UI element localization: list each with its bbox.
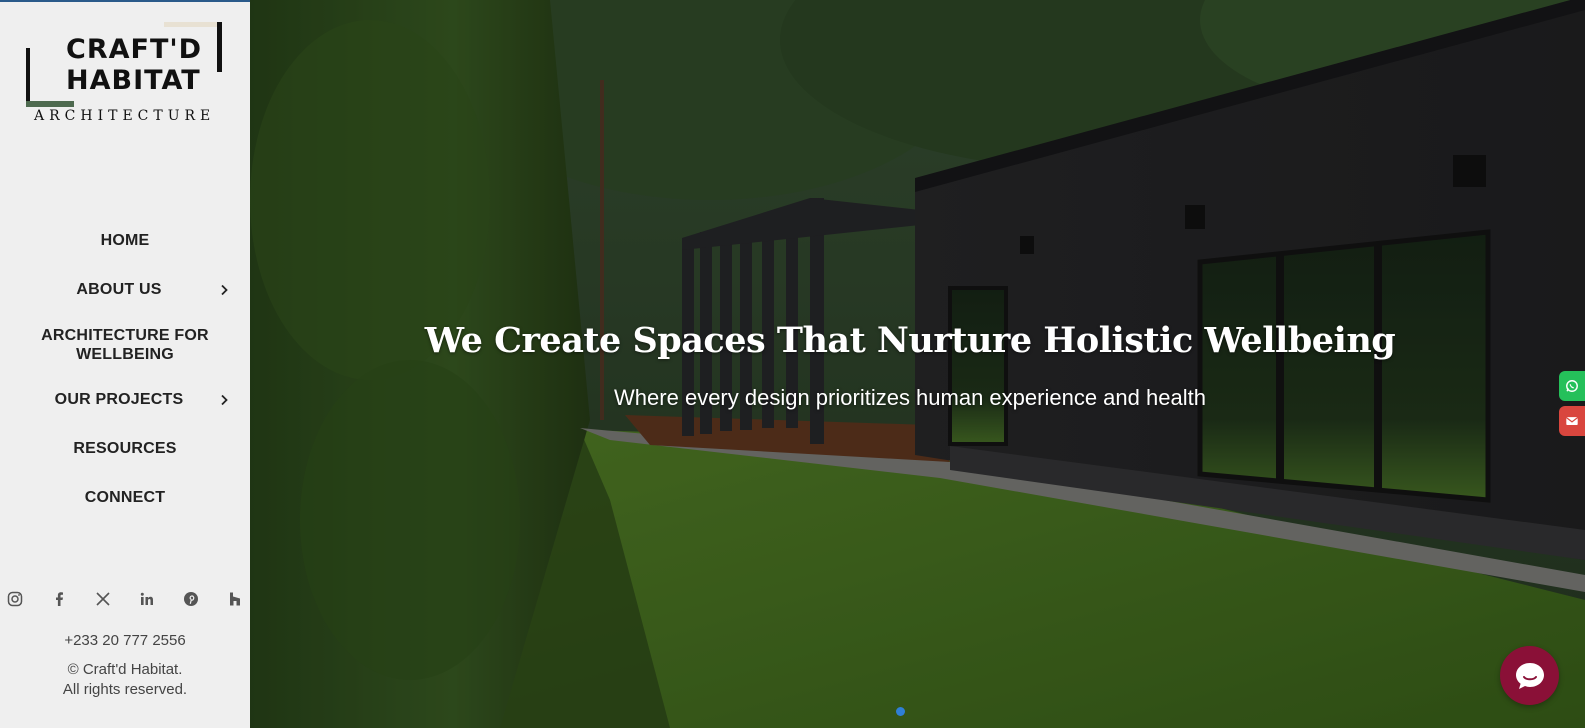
facebook-icon[interactable] <box>50 590 68 608</box>
x-icon[interactable] <box>94 590 112 608</box>
slider-dot-active[interactable] <box>896 707 905 716</box>
instagram-icon[interactable] <box>6 590 24 608</box>
linkedin-icon[interactable] <box>138 590 156 608</box>
chevron-right-icon[interactable] <box>218 284 230 296</box>
chat-button[interactable] <box>1500 646 1559 705</box>
copyright-line-1: © Craft'd Habitat. <box>67 661 183 678</box>
nav-item-connect[interactable]: CONNECT <box>0 485 250 510</box>
nav-item-resources[interactable]: RESOURCES <box>0 436 250 461</box>
hero-slider: We Create Spaces That Nurture Holistic W… <box>250 0 1585 728</box>
nav-home-label: HOME <box>100 232 150 249</box>
hero-overlay <box>250 0 1585 728</box>
copyright: © Craft'd Habitat. All rights reserved. <box>0 660 250 700</box>
logo-line-2: HABITAT <box>66 65 201 96</box>
nav-item-our-projects[interactable]: OUR PROJECTS <box>0 387 250 412</box>
main-nav: HOME ABOUT US ARCHITECTURE FOR WELLBEING… <box>0 228 250 510</box>
whatsapp-button[interactable] <box>1559 371 1585 401</box>
nav-connect-label: CONNECT <box>84 489 166 506</box>
nav-architecture-label: ARCHITECTURE FOR WELLBEING <box>41 327 209 363</box>
logo-accent-right <box>217 22 222 72</box>
logo-accent-left <box>26 48 30 106</box>
email-button[interactable] <box>1559 406 1585 436</box>
nav-resources-label: RESOURCES <box>73 440 177 457</box>
nav-item-home[interactable]: HOME <box>0 228 250 253</box>
nav-item-architecture-for-wellbeing[interactable]: ARCHITECTURE FOR WELLBEING <box>0 325 250 365</box>
houzz-icon[interactable] <box>226 590 244 608</box>
logo-accent-green <box>26 101 74 107</box>
chevron-right-icon[interactable] <box>218 394 230 406</box>
hero-subtitle: Where every design prioritizes human exp… <box>614 385 1206 410</box>
logo-accent-beige <box>164 22 219 27</box>
phone-number[interactable]: +233 20 777 2556 <box>0 632 250 649</box>
social-links <box>0 590 250 608</box>
site-logo[interactable]: CRAFT'D HABITAT ARCHITECTURE <box>24 20 234 130</box>
sidebar: CRAFT'D HABITAT ARCHITECTURE HOME ABOUT … <box>0 0 250 728</box>
pinterest-icon[interactable] <box>182 590 200 608</box>
nav-about-label: ABOUT US <box>76 281 162 298</box>
hero-title: We Create Spaces That Nurture Holistic W… <box>424 320 1396 361</box>
envelope-icon <box>1565 417 1579 425</box>
logo-line-3: ARCHITECTURE <box>34 108 216 124</box>
chat-bubble-icon <box>1515 662 1544 689</box>
nav-projects-label: OUR PROJECTS <box>54 391 184 408</box>
nav-item-about-us[interactable]: ABOUT US <box>0 277 250 302</box>
logo-line-1: CRAFT'D <box>66 34 203 65</box>
copyright-line-2: All rights reserved. <box>62 681 188 698</box>
whatsapp-icon <box>1566 380 1578 392</box>
